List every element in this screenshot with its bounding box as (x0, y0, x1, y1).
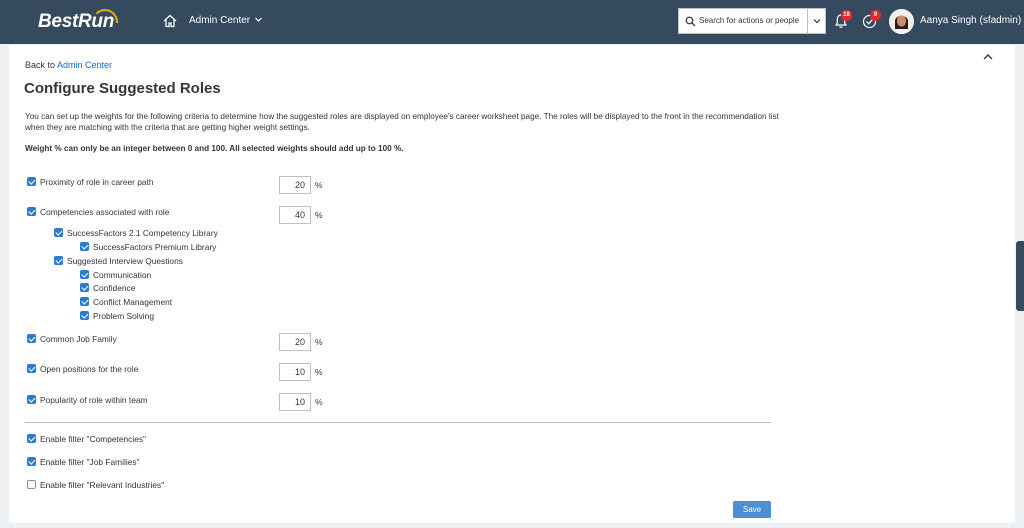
percent-label: % (315, 210, 323, 220)
library-label: SuccessFactors 2.1 Competency Library (67, 227, 218, 238)
user-name[interactable]: Aanya Singh (sfadmin) (920, 15, 1021, 26)
library-sf21[interactable]: SuccessFactors 2.1 Competency Library (54, 226, 218, 239)
percent-label: % (315, 180, 323, 190)
logo-arc (92, 9, 118, 23)
checkbox-communication[interactable] (80, 270, 89, 279)
filter-label: Enable filter "Competencies" (40, 433, 147, 444)
question-label: Problem Solving (93, 310, 154, 321)
question-label: Confidence (93, 282, 136, 293)
checkbox-filter-competencies[interactable] (27, 434, 36, 443)
criterion-label: Competencies associated with role (40, 206, 170, 217)
question-problem-solving[interactable]: Problem Solving (80, 309, 154, 322)
search-icon (685, 16, 696, 27)
search-placeholder: Search for actions or people (699, 16, 800, 25)
page-title: Configure Suggested Roles (24, 80, 221, 97)
back-label: Back to (25, 60, 56, 70)
filter-competencies[interactable]: Enable filter "Competencies" (27, 432, 146, 445)
section-divider (25, 422, 771, 423)
criterion-label: Proximity of role in career path (40, 176, 154, 187)
checkbox-conflict-management[interactable] (80, 297, 89, 306)
weight-input-proximity[interactable]: 20 (279, 176, 311, 194)
percent-label: % (315, 337, 323, 347)
search-scope-dropdown[interactable] (807, 9, 825, 33)
save-button[interactable]: Save (733, 501, 771, 518)
criterion-label: Common Job Family (40, 333, 117, 344)
checkbox-proximity[interactable] (27, 177, 36, 186)
filter-relevant-industries[interactable]: Enable filter "Relevant Industries" (27, 478, 164, 491)
interview-questions[interactable]: Suggested Interview Questions (54, 254, 183, 267)
filter-label: Enable filter "Relevant Industries" (40, 479, 165, 490)
todo-count-badge: 9 (870, 10, 881, 21)
weight-input-open-positions[interactable]: 10 (279, 363, 311, 381)
question-label: Communication (93, 269, 152, 280)
interview-questions-label: Suggested Interview Questions (67, 255, 183, 266)
feedback-side-tab[interactable] (1016, 241, 1024, 311)
module-menu-label[interactable]: Admin Center (189, 15, 250, 26)
chevron-down-icon (813, 19, 821, 24)
filter-label: Enable filter "Job Families" (40, 456, 140, 467)
library-premium[interactable]: SuccessFactors Premium Library (80, 240, 216, 253)
checkbox-filter-relevant-industries[interactable] (27, 480, 36, 489)
weight-input-popularity[interactable]: 10 (279, 393, 311, 411)
question-label: Conflict Management (93, 296, 173, 307)
criterion-competencies[interactable]: Competencies associated with role (27, 205, 169, 218)
library-label: SuccessFactors Premium Library (93, 241, 217, 252)
criterion-job-family[interactable]: Common Job Family (27, 332, 117, 345)
home-icon[interactable] (163, 14, 177, 28)
percent-label: % (315, 367, 323, 377)
checkbox-competencies[interactable] (27, 207, 36, 216)
question-confidence[interactable]: Confidence (80, 281, 135, 294)
chevron-up-icon[interactable] (982, 52, 994, 62)
checkbox-filter-job-families[interactable] (27, 457, 36, 466)
question-conflict-management[interactable]: Conflict Management (80, 295, 172, 308)
criterion-open-positions[interactable]: Open positions for the role (27, 362, 138, 375)
weight-input-job-family[interactable]: 20 (279, 333, 311, 351)
checkbox-premium-library[interactable] (80, 242, 89, 251)
checkbox-popularity[interactable] (27, 395, 36, 404)
criterion-proximity[interactable]: Proximity of role in career path (27, 175, 154, 188)
checkbox-interview-questions[interactable] (54, 256, 63, 265)
avatar-portrait-icon (889, 9, 914, 34)
criterion-label: Popularity of role within team (40, 394, 148, 405)
page-description: You can set up the weights for the follo… (25, 112, 779, 132)
checkbox-sf21-library[interactable] (54, 228, 63, 237)
chevron-down-icon[interactable] (254, 15, 263, 24)
filter-job-families[interactable]: Enable filter "Job Families" (27, 455, 140, 468)
breadcrumb: Back to Admin Center (25, 60, 112, 70)
checkbox-confidence[interactable] (80, 283, 89, 292)
weight-note: Weight % can only be an integer between … (25, 144, 404, 153)
criterion-popularity[interactable]: Popularity of role within team (27, 393, 148, 406)
percent-label: % (315, 397, 323, 407)
criterion-label: Open positions for the role (40, 363, 139, 374)
user-avatar[interactable] (889, 9, 914, 34)
weight-input-competencies[interactable]: 40 (279, 206, 311, 224)
search-input[interactable]: Search for actions or people (678, 8, 826, 34)
checkbox-open-positions[interactable] (27, 364, 36, 373)
admin-center-link[interactable]: Admin Center (57, 60, 112, 70)
shell-bar: BestRun Admin Center Search for actions … (0, 0, 1024, 44)
checkbox-problem-solving[interactable] (80, 311, 89, 320)
notification-count-badge: 18 (841, 10, 852, 21)
question-communication[interactable]: Communication (80, 268, 151, 281)
checkbox-job-family[interactable] (27, 334, 36, 343)
